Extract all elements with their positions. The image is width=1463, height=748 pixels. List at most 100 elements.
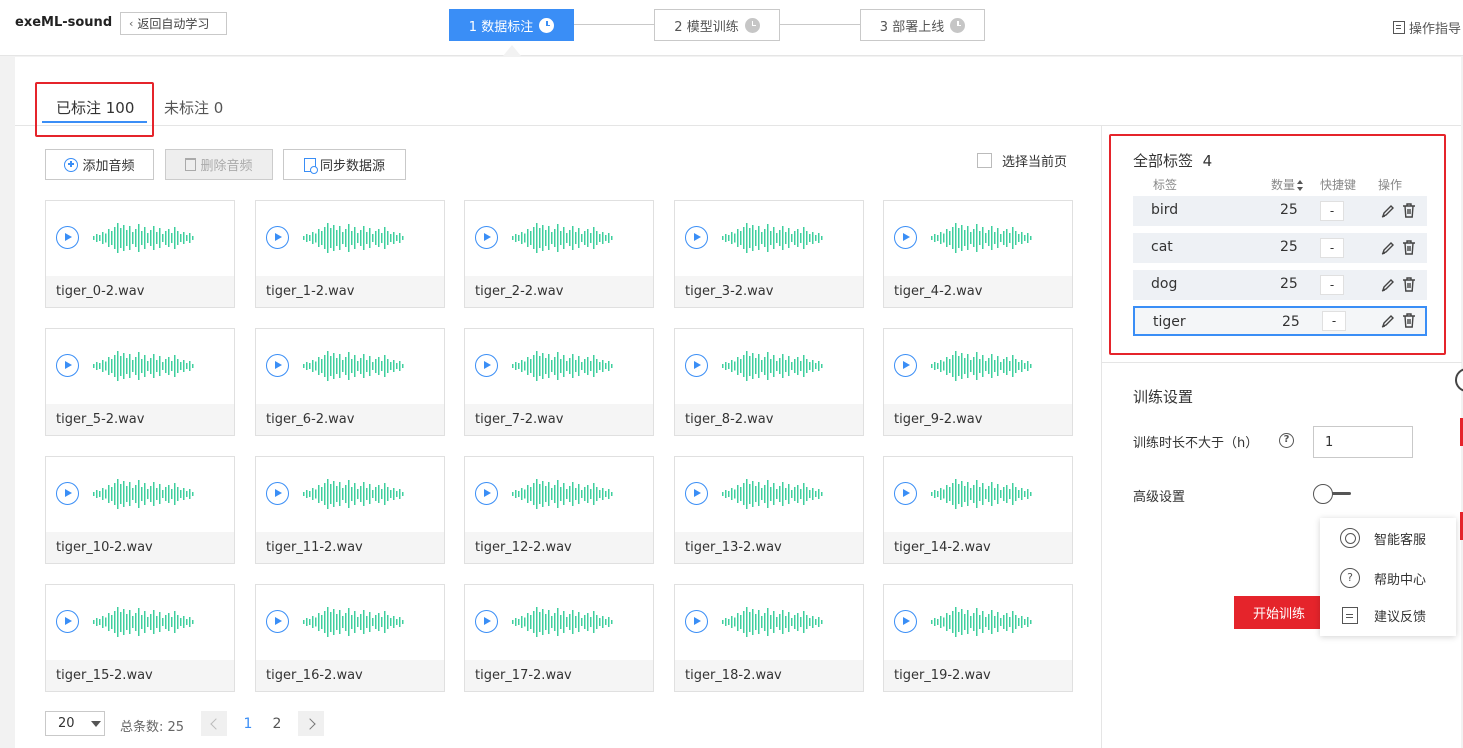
play-icon[interactable] <box>266 226 289 249</box>
label-hotkey[interactable]: - <box>1320 275 1344 295</box>
audio-card[interactable]: tiger_0-2.wav <box>45 200 235 308</box>
waveform-area <box>46 201 234 276</box>
waveform-icon <box>303 479 404 509</box>
waveform-area <box>884 329 1072 404</box>
play-icon[interactable] <box>894 610 917 633</box>
audio-card[interactable]: tiger_6-2.wav <box>255 328 445 436</box>
audio-card[interactable]: tiger_3-2.wav <box>674 200 864 308</box>
play-icon[interactable] <box>266 482 289 505</box>
audio-card[interactable]: tiger_14-2.wav <box>883 456 1073 564</box>
label-row-dog[interactable]: dog 25 - <box>1133 270 1427 300</box>
next-page-button[interactable] <box>298 711 324 736</box>
question-icon[interactable]: ? <box>1279 433 1294 448</box>
play-icon[interactable] <box>475 354 498 377</box>
advanced-settings-toggle[interactable] <box>1313 484 1353 504</box>
start-training-button[interactable]: 开始训练 <box>1234 596 1324 629</box>
smart-service-item[interactable]: 智能客服 <box>1320 523 1456 553</box>
trash-icon[interactable] <box>1402 313 1416 328</box>
step-model-training[interactable]: 2 模型训练 <box>654 9 780 41</box>
audio-card[interactable]: tiger_7-2.wav <box>464 328 654 436</box>
play-icon[interactable] <box>685 482 708 505</box>
all-labels-title: 全部标签 4 <box>1133 150 1212 171</box>
delete-audio-button[interactable]: 删除音频 <box>165 149 273 180</box>
col-count-header[interactable]: 数量 <box>1271 176 1304 193</box>
label-row-cat[interactable]: cat 25 - <box>1133 233 1427 263</box>
trash-icon[interactable] <box>1402 240 1416 255</box>
play-icon[interactable] <box>56 482 79 505</box>
play-icon[interactable] <box>894 482 917 505</box>
audio-card[interactable]: tiger_11-2.wav <box>255 456 445 564</box>
page-size-select[interactable]: 20 <box>45 711 105 736</box>
help-center-item[interactable]: ? 帮助中心 <box>1320 563 1456 593</box>
training-duration-label: 训练时长不大于（h） <box>1133 436 1259 451</box>
audio-filename: tiger_13-2.wav <box>675 532 863 563</box>
play-icon[interactable] <box>56 226 79 249</box>
audio-card[interactable]: tiger_18-2.wav <box>674 584 864 692</box>
training-duration-input[interactable] <box>1313 426 1413 458</box>
training-settings-title: 训练设置 <box>1133 388 1194 406</box>
pencil-icon[interactable] <box>1381 241 1395 255</box>
waveform-area <box>675 329 863 404</box>
prev-page-button[interactable] <box>201 711 227 736</box>
audio-card[interactable]: tiger_10-2.wav <box>45 456 235 564</box>
operation-guide-link[interactable]: 操作指导 <box>1392 18 1461 37</box>
audio-card[interactable]: tiger_13-2.wav <box>674 456 864 564</box>
step-data-labeling[interactable]: 1 数据标注 <box>449 9 574 41</box>
play-icon[interactable] <box>685 610 708 633</box>
audio-card[interactable]: tiger_16-2.wav <box>255 584 445 692</box>
back-to-automl-button[interactable]: ‹ 返回自动学习 <box>120 12 227 35</box>
audio-card[interactable]: tiger_15-2.wav <box>45 584 235 692</box>
page-1-button[interactable]: 1 <box>235 711 261 736</box>
play-icon[interactable] <box>475 226 498 249</box>
audio-filename: tiger_11-2.wav <box>256 532 444 563</box>
trash-icon[interactable] <box>1402 203 1416 218</box>
label-hotkey[interactable]: - <box>1320 201 1344 221</box>
label-hotkey[interactable]: - <box>1322 311 1346 331</box>
tab-unlabeled[interactable]: 未标注 0 <box>164 97 223 118</box>
play-icon[interactable] <box>475 610 498 633</box>
active-tab-indicator <box>42 121 147 123</box>
pencil-icon[interactable] <box>1381 314 1395 328</box>
pencil-icon[interactable] <box>1381 204 1395 218</box>
audio-card[interactable]: tiger_5-2.wav <box>45 328 235 436</box>
select-page-checkbox[interactable] <box>977 153 992 168</box>
audio-card[interactable]: tiger_2-2.wav <box>464 200 654 308</box>
play-icon[interactable] <box>266 610 289 633</box>
trash-icon <box>185 158 197 171</box>
audio-card[interactable]: tiger_19-2.wav <box>883 584 1073 692</box>
play-icon[interactable] <box>266 354 289 377</box>
play-icon[interactable] <box>894 226 917 249</box>
audio-card[interactable]: tiger_9-2.wav <box>883 328 1073 436</box>
play-icon[interactable] <box>56 354 79 377</box>
label-row-bird[interactable]: bird 25 - <box>1133 196 1427 226</box>
play-icon[interactable] <box>685 226 708 249</box>
sort-icon <box>1297 180 1304 191</box>
waveform-area <box>675 457 863 532</box>
waveform-icon <box>722 479 823 509</box>
page-2-button[interactable]: 2 <box>264 711 290 736</box>
sync-datasource-button[interactable]: 同步数据源 <box>283 149 406 180</box>
audio-card[interactable]: tiger_8-2.wav <box>674 328 864 436</box>
play-icon[interactable] <box>56 610 79 633</box>
label-hotkey[interactable]: - <box>1320 238 1344 258</box>
select-current-page[interactable]: 选择当前页 <box>977 151 1067 170</box>
audio-card[interactable]: tiger_12-2.wav <box>464 456 654 564</box>
audio-filename: tiger_14-2.wav <box>884 532 1072 563</box>
col-label-header: 标签 <box>1153 178 1178 192</box>
add-audio-button[interactable]: 添加音频 <box>45 149 154 180</box>
trash-icon[interactable] <box>1402 277 1416 292</box>
play-icon[interactable] <box>685 354 708 377</box>
feedback-item[interactable]: 建议反馈 <box>1320 600 1456 630</box>
label-count: 25 <box>1280 202 1298 218</box>
tab-labeled[interactable]: 已标注 100 <box>56 97 134 118</box>
audio-card[interactable]: tiger_1-2.wav <box>255 200 445 308</box>
pencil-icon[interactable] <box>1381 278 1395 292</box>
play-icon[interactable] <box>894 354 917 377</box>
audio-filename: tiger_0-2.wav <box>46 276 234 307</box>
audio-filename: tiger_17-2.wav <box>465 660 653 691</box>
play-icon[interactable] <box>475 482 498 505</box>
audio-card[interactable]: tiger_17-2.wav <box>464 584 654 692</box>
label-row-tiger[interactable]: tiger 25 - <box>1133 306 1427 336</box>
audio-card[interactable]: tiger_4-2.wav <box>883 200 1073 308</box>
step-deploy[interactable]: 3 部署上线 <box>860 9 985 41</box>
